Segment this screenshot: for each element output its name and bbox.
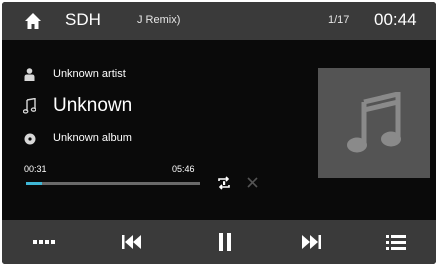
pause-icon [219, 233, 231, 251]
playlist-icon [386, 234, 406, 250]
pause-button[interactable] [203, 220, 247, 264]
progress-fill [26, 182, 42, 185]
previous-track-icon [122, 235, 141, 249]
progress-bar[interactable] [26, 182, 200, 185]
status-bar: SDH J Remix) 1/17 00:44 [2, 2, 436, 40]
more-button[interactable] [22, 220, 66, 264]
music-note-icon [23, 98, 36, 114]
total-time: 05:46 [172, 164, 195, 174]
repeat-one-icon[interactable] [217, 176, 231, 190]
home-icon[interactable] [24, 12, 42, 30]
album-cover [318, 68, 430, 178]
music-note-icon [347, 92, 401, 153]
music-player-screen: SDH J Remix) 1/17 00:44 Unknown artist U… [2, 2, 436, 264]
person-icon [24, 68, 35, 81]
next-button[interactable] [289, 220, 333, 264]
track-title: Unknown [53, 95, 133, 116]
playlist-button[interactable] [374, 220, 418, 264]
next-track-icon [302, 235, 321, 249]
artist-name: Unknown artist [53, 68, 126, 80]
source-label: SDH [65, 10, 101, 29]
track-index: 1/17 [328, 14, 350, 26]
album-name: Unknown album [53, 132, 132, 144]
shuffle-off-icon[interactable] [246, 176, 259, 189]
disc-icon [24, 133, 36, 145]
elapsed-time: 00:31 [24, 164, 47, 174]
clock: 00:44 [374, 10, 417, 29]
control-bar [2, 220, 436, 264]
more-dots-icon [33, 240, 55, 244]
previous-button[interactable] [110, 220, 154, 264]
scrolling-track-title: J Remix) [137, 14, 181, 26]
